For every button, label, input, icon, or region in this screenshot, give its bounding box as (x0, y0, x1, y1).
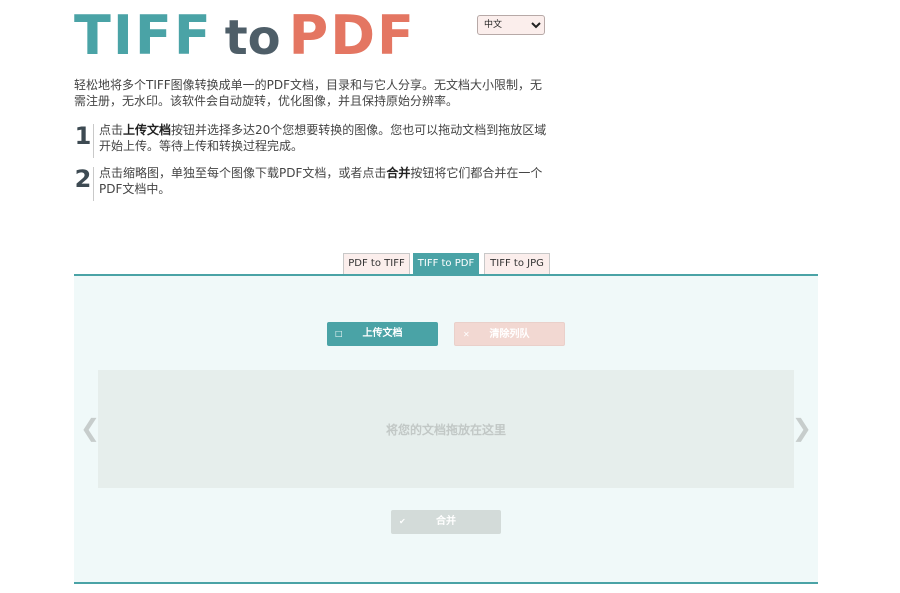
folder-open-icon: □ (335, 329, 343, 338)
logo[interactable]: TIFF to PDF (74, 9, 416, 67)
intro-text: 轻松地将多个TIFF图像转换成单一的PDF文档，目录和与它人分享。无文档大小限制… (74, 78, 543, 108)
x-icon: ✕ (463, 330, 470, 339)
tab-pdf-to-tiff[interactable]: PDF to TIFF (343, 253, 410, 274)
tab-tiff-to-pdf[interactable]: TIFF to PDF (413, 253, 479, 276)
logo-to: to (224, 10, 281, 66)
drop-zone-text: 将您的文档拖放在这里 (385, 422, 506, 437)
step-1: 1 点击上传文档按钮并选择多达20个您想要转换的图像。您也可以拖动文档到拖放区域… (74, 122, 554, 162)
check-icon: ✔ (399, 517, 406, 526)
step-number: 2 (74, 165, 92, 193)
converter-panel: □ 上传文档 ✕ 清除列队 ❮ 将您的文档拖放在这里 ❯ ✔ 合并 (74, 274, 818, 584)
merge-button-label: 合并 (436, 516, 456, 527)
logo-tiff: TIFF (74, 4, 213, 67)
logo-pdf: PDF (288, 4, 416, 67)
language-select[interactable]: 中文 (477, 15, 545, 35)
next-arrow-icon[interactable]: ❯ (792, 414, 812, 442)
tab-tiff-to-jpg[interactable]: TIFF to JPG (484, 253, 550, 274)
step-divider (93, 124, 94, 158)
clear-queue-button-label: 清除列队 (489, 329, 530, 340)
drop-zone[interactable]: 将您的文档拖放在这里 (98, 370, 794, 488)
merge-button[interactable]: ✔ 合并 (391, 510, 501, 534)
step-2: 2 点击缩略图，单独至每个图像下载PDF文档，或者点击合并按钮将它们都合并在一个… (74, 165, 554, 205)
upload-button[interactable]: □ 上传文档 (327, 322, 438, 346)
clear-queue-button[interactable]: ✕ 清除列队 (454, 322, 565, 346)
step-text: 点击上传文档按钮并选择多达20个您想要转换的图像。您也可以拖动文档到拖放区域开始… (99, 123, 547, 153)
step-text: 点击缩略图，单独至每个图像下载PDF文档，或者点击合并按钮将它们都合并在一个PD… (99, 166, 543, 196)
upload-button-label: 上传文档 (362, 328, 403, 339)
step-divider (93, 167, 94, 201)
step-number: 1 (74, 122, 92, 150)
